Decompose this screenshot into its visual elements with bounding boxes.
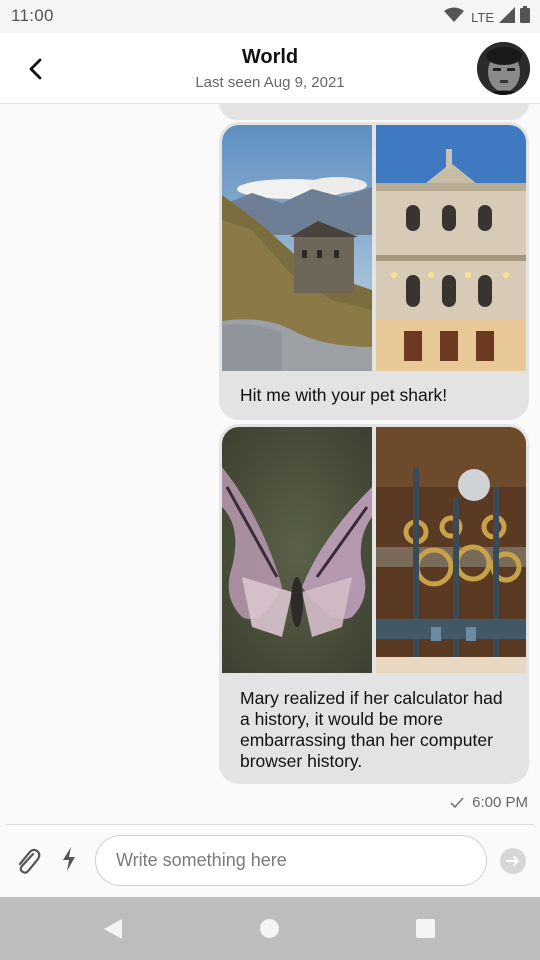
butterfly-photo[interactable] [222,427,372,673]
clockwork-gears-photo[interactable] [376,427,526,673]
message-image-grid [222,125,526,371]
message-image-grid [222,427,526,673]
contact-name: World [241,46,299,68]
nav-home-icon[interactable] [260,919,279,938]
wifi-icon [444,7,465,28]
avatar[interactable] [477,42,530,95]
last-seen-label: Last seen Aug 9, 2021 [195,74,345,91]
message-meta: 6:00 PM [450,794,528,811]
nav-back-icon [104,919,122,939]
system-navigation-bar [0,897,540,960]
message-bubble[interactable]: Mary realized if her calculator had a hi… [219,424,529,784]
message-text: Mary realized if her calculator had a hi… [240,688,503,771]
status-icons: LTE [444,6,530,28]
battery-icon [520,6,530,28]
composer-bar [0,824,540,897]
mountain-stone-house-photo[interactable] [222,125,372,371]
divider [6,824,534,825]
previous-message-bubble [219,104,529,120]
nav-recents-icon[interactable] [416,919,435,938]
message-text: Hit me with your pet shark! [240,385,448,405]
chat-header: World Last seen Aug 9, 2021 [0,33,540,104]
nav-back-button[interactable] [103,918,123,945]
check-icon [450,797,464,808]
send-arrow-icon [506,856,519,866]
message-bubble[interactable]: Hit me with your pet shark! [219,122,529,420]
paperclip-icon [18,848,41,874]
cell-signal-icon [499,6,515,28]
network-type-label: LTE [471,9,494,25]
message-input[interactable] [95,835,487,886]
status-bar: 11:00 LTE [0,0,540,33]
quick-reply-button[interactable] [58,846,80,872]
illuminated-theatre-facade-photo[interactable] [376,125,526,371]
lightning-icon [63,847,75,871]
message-time: 6:00 PM [472,794,528,811]
message-list[interactable]: Hit me with your pet shark! Mary realize… [0,104,540,824]
attach-button[interactable] [14,846,42,876]
status-time: 11:00 [11,6,54,25]
send-button[interactable] [500,848,526,874]
